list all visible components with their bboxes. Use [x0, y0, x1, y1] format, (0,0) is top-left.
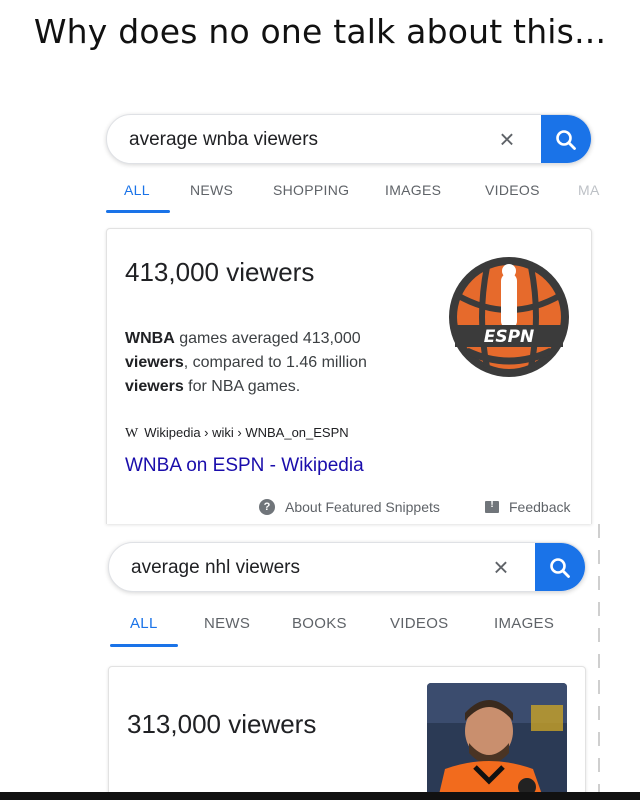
edge-divider	[598, 524, 600, 792]
tab-videos[interactable]: VIDEOS	[485, 182, 540, 198]
result-title-link[interactable]: WNBA on ESPN - Wikipedia	[125, 455, 364, 477]
wnba-espn-logo: ESPN	[447, 255, 571, 379]
tab-images[interactable]: IMAGES	[385, 182, 441, 198]
answer-text: 313,000 viewers	[127, 709, 317, 739]
bottom-bar	[0, 792, 640, 800]
search-input[interactable]: average wnba viewers	[129, 129, 318, 151]
hockey-player-photo	[427, 683, 567, 800]
tab-images[interactable]: IMAGES	[494, 615, 554, 632]
answer-text: 413,000 viewers	[125, 257, 315, 287]
search-bar-nhl[interactable]: average nhl viewers ×	[108, 542, 586, 592]
tab-all[interactable]: ALL	[124, 182, 150, 198]
help-icon: ?	[259, 499, 275, 515]
search-button[interactable]	[535, 543, 585, 591]
search-icon	[556, 130, 576, 150]
tab-shopping[interactable]: SHOPPING	[273, 182, 349, 198]
search-icon	[550, 558, 570, 578]
close-icon[interactable]: ×	[493, 125, 521, 153]
featured-snippet-card-nhl: 313,000 viewers	[108, 666, 586, 800]
search-input[interactable]: average nhl viewers	[131, 557, 300, 579]
tab-news[interactable]: NEWS	[204, 615, 250, 632]
featured-snippet-card-wnba: 413,000 viewers WNBA games averaged 413,…	[106, 228, 592, 524]
search-button[interactable]	[541, 115, 591, 163]
tab-videos[interactable]: VIDEOS	[390, 615, 448, 632]
search-bar-wnba[interactable]: average wnba viewers ×	[106, 114, 592, 164]
feedback-link[interactable]: Feedback	[485, 499, 570, 515]
tab-all[interactable]: ALL	[130, 615, 158, 632]
feedback-icon	[485, 499, 499, 513]
meme-caption: Why does no one talk about this...	[33, 12, 607, 51]
snippet-text: WNBA games averaged 413,000 viewers, com…	[125, 330, 367, 395]
tab-bar-wnba: ALL NEWS SHOPPING IMAGES VIDEOS MA	[0, 182, 640, 218]
active-tab-indicator	[110, 644, 178, 647]
about-featured-snippets-link[interactable]: ? About Featured Snippets	[259, 499, 440, 515]
tab-books[interactable]: BOOKS	[292, 615, 347, 632]
tab-news[interactable]: NEWS	[190, 182, 233, 198]
active-tab-indicator	[106, 210, 170, 213]
tab-bar-nhl: ALL NEWS BOOKS VIDEOS IMAGES	[0, 615, 640, 651]
source-breadcrumb: W Wikipedia › wiki › WNBA_on_ESPN	[125, 425, 349, 441]
svg-text:ESPN: ESPN	[484, 327, 535, 347]
wikipedia-logo: W	[125, 426, 139, 441]
close-icon[interactable]: ×	[487, 553, 515, 581]
tab-more[interactable]: MA	[578, 182, 600, 198]
